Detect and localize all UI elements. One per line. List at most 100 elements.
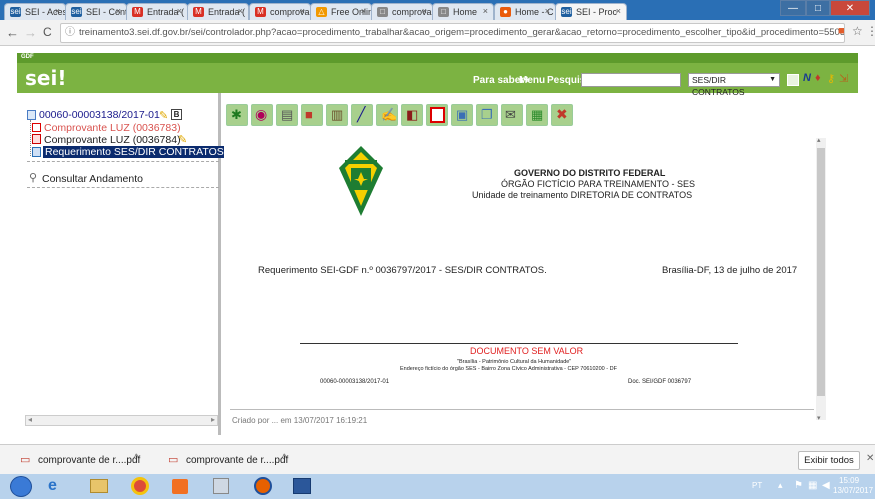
show-all-button[interactable]: Exibir todos <box>798 451 860 470</box>
downloads-bar: ▭ comprovante de r....pdf ^ ▭ comprovant… <box>0 444 875 474</box>
browser-tab[interactable]: △ Free Onlin × <box>310 3 372 20</box>
browser-tab[interactable]: □ Home × <box>432 3 494 20</box>
clock-time[interactable]: 15:09 <box>839 476 859 485</box>
tab-close-icon[interactable]: × <box>177 6 182 16</box>
tab-favicon-icon: sei <box>561 7 572 17</box>
tray-arrow-icon[interactable]: ▴ <box>778 480 783 491</box>
pen-icon: ╱ <box>357 106 366 122</box>
tree-item-comprovante-2[interactable]: Comprovante LUZ (0036784) <box>44 134 181 146</box>
tab-close-icon[interactable]: × <box>545 6 550 16</box>
chevron-up-icon[interactable]: ^ <box>134 453 139 464</box>
url-input[interactable]: ⓘ treinamento3.sei.df.gov.br/sei/control… <box>60 23 845 43</box>
browser-tab[interactable]: sei SEI - Proc × <box>555 3 627 20</box>
new-icon[interactable]: N <box>803 72 811 84</box>
menu-link[interactable]: Menu <box>519 75 545 86</box>
browser-tab[interactable]: M Entrada (× <box>126 3 188 20</box>
language-indicator[interactable]: PT <box>752 481 762 490</box>
doc-cut-line: Criado por ... em 13/07/2017 16:19:21 <box>232 416 368 424</box>
tab-close-icon[interactable]: × <box>361 6 366 16</box>
pencil-icon[interactable]: ✎ <box>178 133 187 146</box>
browser-tab[interactable]: Mcomprova × <box>249 3 311 20</box>
tab-close-icon[interactable]: × <box>483 6 488 16</box>
search-input[interactable] <box>581 73 681 87</box>
key-icon[interactable]: ⚷ <box>827 72 835 85</box>
excluir-button[interactable]: ✖ <box>551 104 573 126</box>
calculator-icon[interactable] <box>213 478 229 494</box>
tab-close-icon[interactable]: × <box>300 6 305 16</box>
app-icon[interactable] <box>172 479 188 494</box>
scroll-down-icon[interactable]: ▾ <box>817 414 821 422</box>
acompanhamento-button[interactable]: ■ <box>301 104 323 126</box>
unit-select-value: SES/DIR CONTRATOS <box>692 75 745 97</box>
visualizar-button[interactable]: ◉ <box>251 104 273 126</box>
forward-icon[interactable]: → <box>24 25 37 40</box>
scroll-left-icon[interactable]: ◂ <box>28 415 32 424</box>
nova-versao-button[interactable]: ▣ <box>451 104 473 126</box>
enviar-email-button[interactable]: ✉ <box>501 104 523 126</box>
mover-button[interactable]: ◧ <box>401 104 423 126</box>
browser-tab[interactable]: □ comprova × <box>371 3 433 20</box>
editar-button[interactable]: ▥ <box>326 104 348 126</box>
explorer-icon[interactable] <box>90 479 108 493</box>
browser-tab[interactable]: ● Home - C × <box>494 3 556 20</box>
info-icon[interactable]: ⓘ <box>65 24 75 42</box>
exit-icon[interactable]: ⇲ <box>839 72 848 85</box>
pencil-icon[interactable]: ✎ <box>159 109 168 122</box>
bookmark-star-icon[interactable]: ☆ <box>852 24 863 38</box>
download-item-1[interactable]: comprovante de r....pdf <box>38 455 140 466</box>
tab-favicon-icon: M <box>132 7 143 17</box>
network-icon[interactable]: ▦ <box>808 480 817 491</box>
firefox-icon[interactable] <box>254 477 272 495</box>
browser-tab[interactable]: sei SEI - Cont × <box>65 3 127 20</box>
scroll-thumb[interactable] <box>817 148 825 396</box>
incluir-documento-button[interactable]: ✱ <box>226 104 248 126</box>
tab-close-icon[interactable]: × <box>116 6 121 16</box>
horizontal-scrollbar[interactable]: ◂ ▸ <box>25 415 218 426</box>
vertical-scrollbar[interactable]: ▴ ▾ <box>816 136 826 422</box>
consultar-andamento-link[interactable]: Consultar Andamento <box>42 173 143 185</box>
chevron-up-icon[interactable]: ^ <box>282 453 287 464</box>
footer-rule <box>300 343 738 344</box>
tree-item-requerimento[interactable]: Requerimento SES/DIR CONTRATOS <box>43 146 226 158</box>
maximize-button[interactable]: □ <box>806 0 830 16</box>
tab-close-icon[interactable]: × <box>422 6 427 16</box>
assinar-button[interactable]: ✍ <box>376 104 398 126</box>
window-icon[interactable] <box>787 74 799 86</box>
flag-icon[interactable]: ⚑ <box>794 480 803 491</box>
scroll-right-icon[interactable]: ▸ <box>211 415 215 424</box>
copiar-button[interactable]: ❐ <box>476 104 498 126</box>
back-icon[interactable]: ← <box>6 25 19 40</box>
tab-favicon-icon: M <box>255 7 266 17</box>
cancelar-button[interactable] <box>426 104 448 126</box>
scroll-up-icon[interactable]: ▴ <box>817 136 821 144</box>
imprimir-button[interactable]: ▤ <box>276 104 298 126</box>
word-icon[interactable] <box>293 478 311 494</box>
close-icon[interactable]: ✕ <box>866 453 874 464</box>
minimize-button[interactable]: — <box>780 0 806 16</box>
doc-footer-docid: Doc. SEI/GDF 0036797 <box>628 379 692 385</box>
tree-item-comprovante-1[interactable]: Comprovante LUZ (0036783) <box>44 122 181 134</box>
unit-select[interactable]: SES/DIR CONTRATOS ▼ <box>688 73 780 97</box>
sei-logo[interactable]: sei! <box>25 66 66 90</box>
start-icon[interactable] <box>10 476 32 497</box>
tab-label: SEI - Proc <box>576 7 618 17</box>
tab-close-icon[interactable]: × <box>55 6 60 16</box>
tab-close-icon[interactable]: × <box>616 6 621 16</box>
tab-close-icon[interactable]: × <box>238 6 243 16</box>
bloco-icon[interactable]: B <box>171 109 182 120</box>
user-icon[interactable]: ♦ <box>815 72 821 84</box>
arquivar-button[interactable]: ▦ <box>526 104 548 126</box>
process-number-link[interactable]: 00060-00003138/2017-01 <box>39 109 160 121</box>
menu-dots-icon[interactable]: ⋮ <box>866 24 875 38</box>
extension-icon[interactable]: ■ <box>838 25 845 37</box>
chrome-icon[interactable] <box>131 477 149 495</box>
clock-date[interactable]: 13/07/2017 <box>833 486 873 495</box>
volume-icon[interactable]: ◀ <box>822 480 830 491</box>
caneta-button[interactable]: ╱ <box>351 104 373 126</box>
browser-tab[interactable]: M Entrada (× <box>187 3 249 20</box>
reload-icon[interactable]: C <box>43 25 52 39</box>
browser-tab[interactable]: sei SEI - Aces × <box>4 3 66 20</box>
close-window-button[interactable]: ✕ <box>830 0 870 16</box>
ie-icon[interactable]: e <box>48 477 57 495</box>
download-item-2[interactable]: comprovante de r....pdf <box>186 455 288 466</box>
